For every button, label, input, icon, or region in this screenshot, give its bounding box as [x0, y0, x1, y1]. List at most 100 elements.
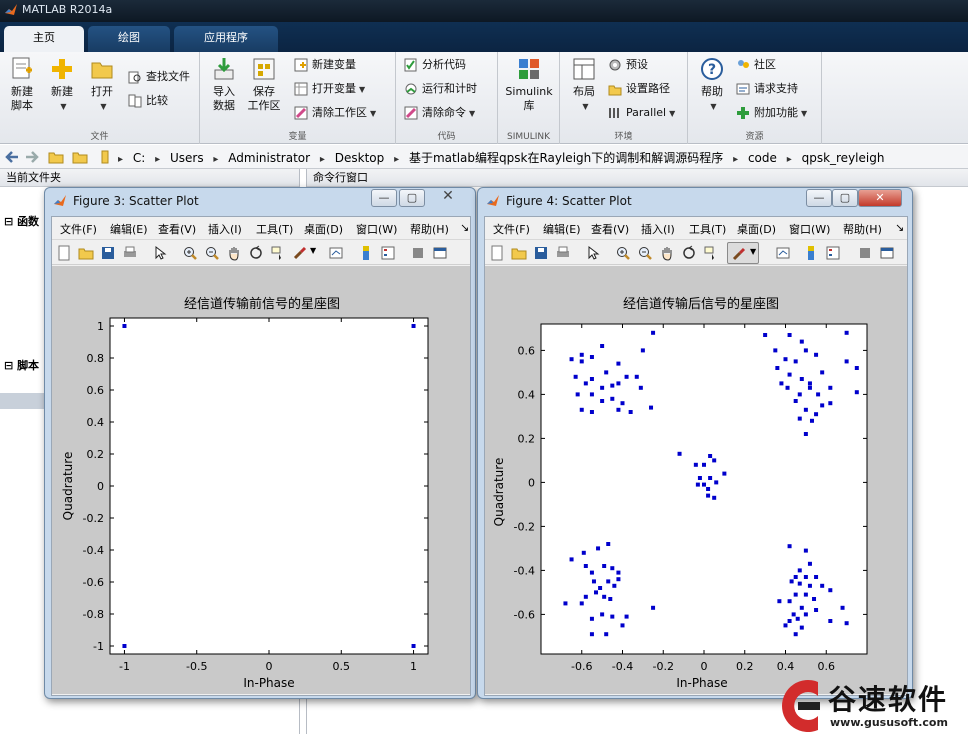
- brush-icon[interactable]: [292, 245, 308, 261]
- parallel-button[interactable]: Parallel ▼: [606, 104, 675, 122]
- zoom-in-icon[interactable]: [615, 245, 631, 261]
- print-icon[interactable]: [555, 245, 571, 261]
- find-files-button[interactable]: 查找文件: [126, 68, 190, 86]
- functions-section[interactable]: ⊟ 函数: [4, 213, 39, 229]
- brush-dropdown-icon[interactable]: ▼: [310, 246, 316, 255]
- layout-button[interactable]: 布局 ▼: [564, 56, 604, 114]
- menu-edit[interactable]: 编辑(E): [543, 221, 581, 237]
- data-cursor-icon[interactable]: [270, 245, 286, 261]
- menu-view[interactable]: 查看(V): [158, 221, 196, 237]
- pointer-icon[interactable]: [152, 245, 168, 261]
- figure-4-scatter-chart[interactable]: 经信道传输后信号的星座图 -0.6 -0.4 -0.2 0 0.2 0.4 0.6 -0.6 -…: [485, 266, 907, 694]
- compare-button[interactable]: 比较: [126, 92, 168, 110]
- save-workspace-button[interactable]: 保存 工作区: [244, 56, 284, 113]
- new-figure-icon[interactable]: [489, 245, 505, 261]
- brush-button-active[interactable]: ▼: [727, 242, 759, 264]
- zoom-out-icon[interactable]: [637, 245, 653, 261]
- menu-window[interactable]: 窗口(W): [356, 221, 397, 237]
- community-button[interactable]: 社区: [734, 56, 776, 74]
- tab-apps[interactable]: 应用程序: [174, 26, 278, 52]
- maximize-button[interactable]: ▢: [832, 189, 858, 207]
- minimize-button[interactable]: —: [806, 189, 832, 207]
- close-button[interactable]: ✕: [427, 189, 469, 207]
- path-segment[interactable]: Desktop: [335, 151, 385, 165]
- import-data-button[interactable]: 导入 数据: [204, 56, 244, 113]
- request-support-button[interactable]: 请求支持: [734, 80, 798, 98]
- tab-home[interactable]: 主页: [4, 26, 84, 52]
- path-segment[interactable]: Users: [170, 151, 204, 165]
- menu-desktop[interactable]: 桌面(D): [737, 221, 776, 237]
- addons-button[interactable]: 附加功能 ▼: [734, 104, 807, 122]
- colorbar-icon[interactable]: [358, 245, 374, 261]
- show-plot-tools-icon[interactable]: [432, 245, 448, 261]
- open-file-icon[interactable]: [511, 245, 527, 261]
- hide-plot-tools-icon[interactable]: [857, 245, 873, 261]
- menu-insert[interactable]: 插入(I): [641, 221, 675, 237]
- legend-icon[interactable]: [825, 245, 841, 261]
- new-button[interactable]: 新建 ▼: [42, 56, 82, 114]
- open-file-icon[interactable]: [78, 245, 94, 261]
- link-plot-icon[interactable]: [328, 245, 344, 261]
- menubar-overflow-icon[interactable]: ↘: [460, 221, 469, 234]
- run-and-time-button[interactable]: 运行和计时: [402, 80, 477, 98]
- back-arrow-icon[interactable]: [4, 149, 20, 165]
- menu-insert[interactable]: 插入(I): [208, 221, 242, 237]
- menu-window[interactable]: 窗口(W): [789, 221, 830, 237]
- open-button[interactable]: 打开 ▼: [82, 56, 122, 114]
- help-button[interactable]: ? 帮助 ▼: [692, 56, 732, 114]
- new-script-button[interactable]: 新建 脚本: [2, 56, 42, 113]
- rotate-3d-icon[interactable]: [681, 245, 697, 261]
- menu-edit[interactable]: 编辑(E): [110, 221, 148, 237]
- save-icon[interactable]: [533, 245, 549, 261]
- brush-dropdown-icon[interactable]: ▼: [750, 247, 756, 256]
- data-cursor-icon[interactable]: [703, 245, 719, 261]
- close-button[interactable]: ✕: [858, 189, 902, 207]
- tab-plots[interactable]: 绘图: [88, 26, 170, 52]
- menu-help[interactable]: 帮助(H): [843, 221, 882, 237]
- scripts-section[interactable]: ⊟ 脚本: [4, 357, 39, 373]
- menu-help[interactable]: 帮助(H): [410, 221, 449, 237]
- link-plot-icon[interactable]: [775, 245, 791, 261]
- zoom-out-icon[interactable]: [204, 245, 220, 261]
- browse-folder-icon[interactable]: [72, 149, 88, 165]
- maximize-button[interactable]: ▢: [399, 189, 425, 207]
- forward-arrow-icon[interactable]: [24, 149, 40, 165]
- zoom-in-icon[interactable]: [182, 245, 198, 261]
- legend-icon[interactable]: [380, 245, 396, 261]
- path-segment[interactable]: code: [748, 151, 777, 165]
- colorbar-icon[interactable]: [803, 245, 819, 261]
- path-segment[interactable]: qpsk_reyleigh: [802, 151, 885, 165]
- menubar-overflow-icon[interactable]: ↘: [895, 221, 904, 234]
- clear-workspace-button[interactable]: 清除工作区 ▼: [292, 104, 376, 122]
- pan-hand-icon[interactable]: [226, 245, 242, 261]
- open-variable-button[interactable]: 打开变量 ▼: [292, 80, 365, 98]
- menu-view[interactable]: 查看(V): [591, 221, 629, 237]
- new-figure-icon[interactable]: [56, 245, 72, 261]
- save-icon[interactable]: [100, 245, 116, 261]
- current-path[interactable]: ▸ C: ▸ Users ▸ Administrator ▸ Desktop ▸…: [118, 149, 890, 166]
- menu-tools[interactable]: 工具(T): [256, 221, 293, 237]
- rotate-3d-icon[interactable]: [248, 245, 264, 261]
- path-segment[interactable]: C:: [133, 151, 145, 165]
- analyze-code-button[interactable]: 分析代码: [402, 56, 466, 74]
- selected-file-row[interactable]: [0, 393, 46, 409]
- pointer-icon[interactable]: [585, 245, 601, 261]
- print-icon[interactable]: [122, 245, 138, 261]
- menu-file[interactable]: 文件(F): [60, 221, 97, 237]
- new-variable-button[interactable]: 新建变量: [292, 56, 356, 74]
- simulink-library-button[interactable]: Simulink 库: [502, 56, 556, 113]
- show-plot-tools-icon[interactable]: [879, 245, 895, 261]
- menu-tools[interactable]: 工具(T): [689, 221, 726, 237]
- collapse-icon[interactable]: ⊟: [4, 215, 13, 228]
- menu-desktop[interactable]: 桌面(D): [304, 221, 343, 237]
- path-segment[interactable]: Administrator: [228, 151, 310, 165]
- menu-file[interactable]: 文件(F): [493, 221, 530, 237]
- clear-commands-button[interactable]: 清除命令 ▼: [402, 104, 475, 122]
- figure-3-scatter-chart[interactable]: 经信道传输前信号的星座图 -1 -0.5 0 0.5 1 -1 -0.8 -0.6 -0.4 -0…: [52, 266, 470, 694]
- up-folder-icon[interactable]: [48, 149, 64, 165]
- collapse-icon[interactable]: ⊟: [4, 359, 13, 372]
- hide-plot-tools-icon[interactable]: [410, 245, 426, 261]
- minimize-button[interactable]: —: [371, 189, 397, 207]
- preferences-button[interactable]: 预设: [606, 56, 648, 74]
- pan-hand-icon[interactable]: [659, 245, 675, 261]
